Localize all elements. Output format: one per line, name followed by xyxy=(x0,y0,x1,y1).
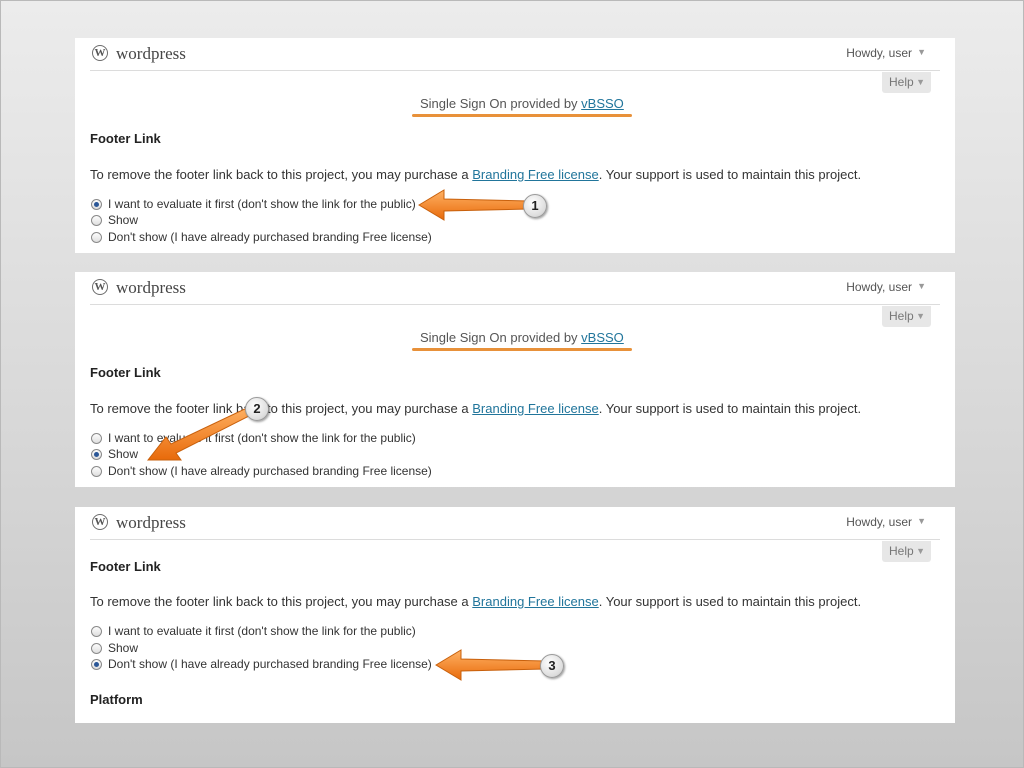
step-callout-3: 3 xyxy=(540,654,564,678)
orange-arrow-icon xyxy=(146,405,256,461)
annotation-arrows-layer xyxy=(146,189,546,681)
orange-arrow-icon xyxy=(418,189,529,221)
step-callout-1: 1 xyxy=(523,194,547,218)
orange-arrow-icon xyxy=(435,649,546,681)
step-callout-2: 2 xyxy=(245,397,269,421)
